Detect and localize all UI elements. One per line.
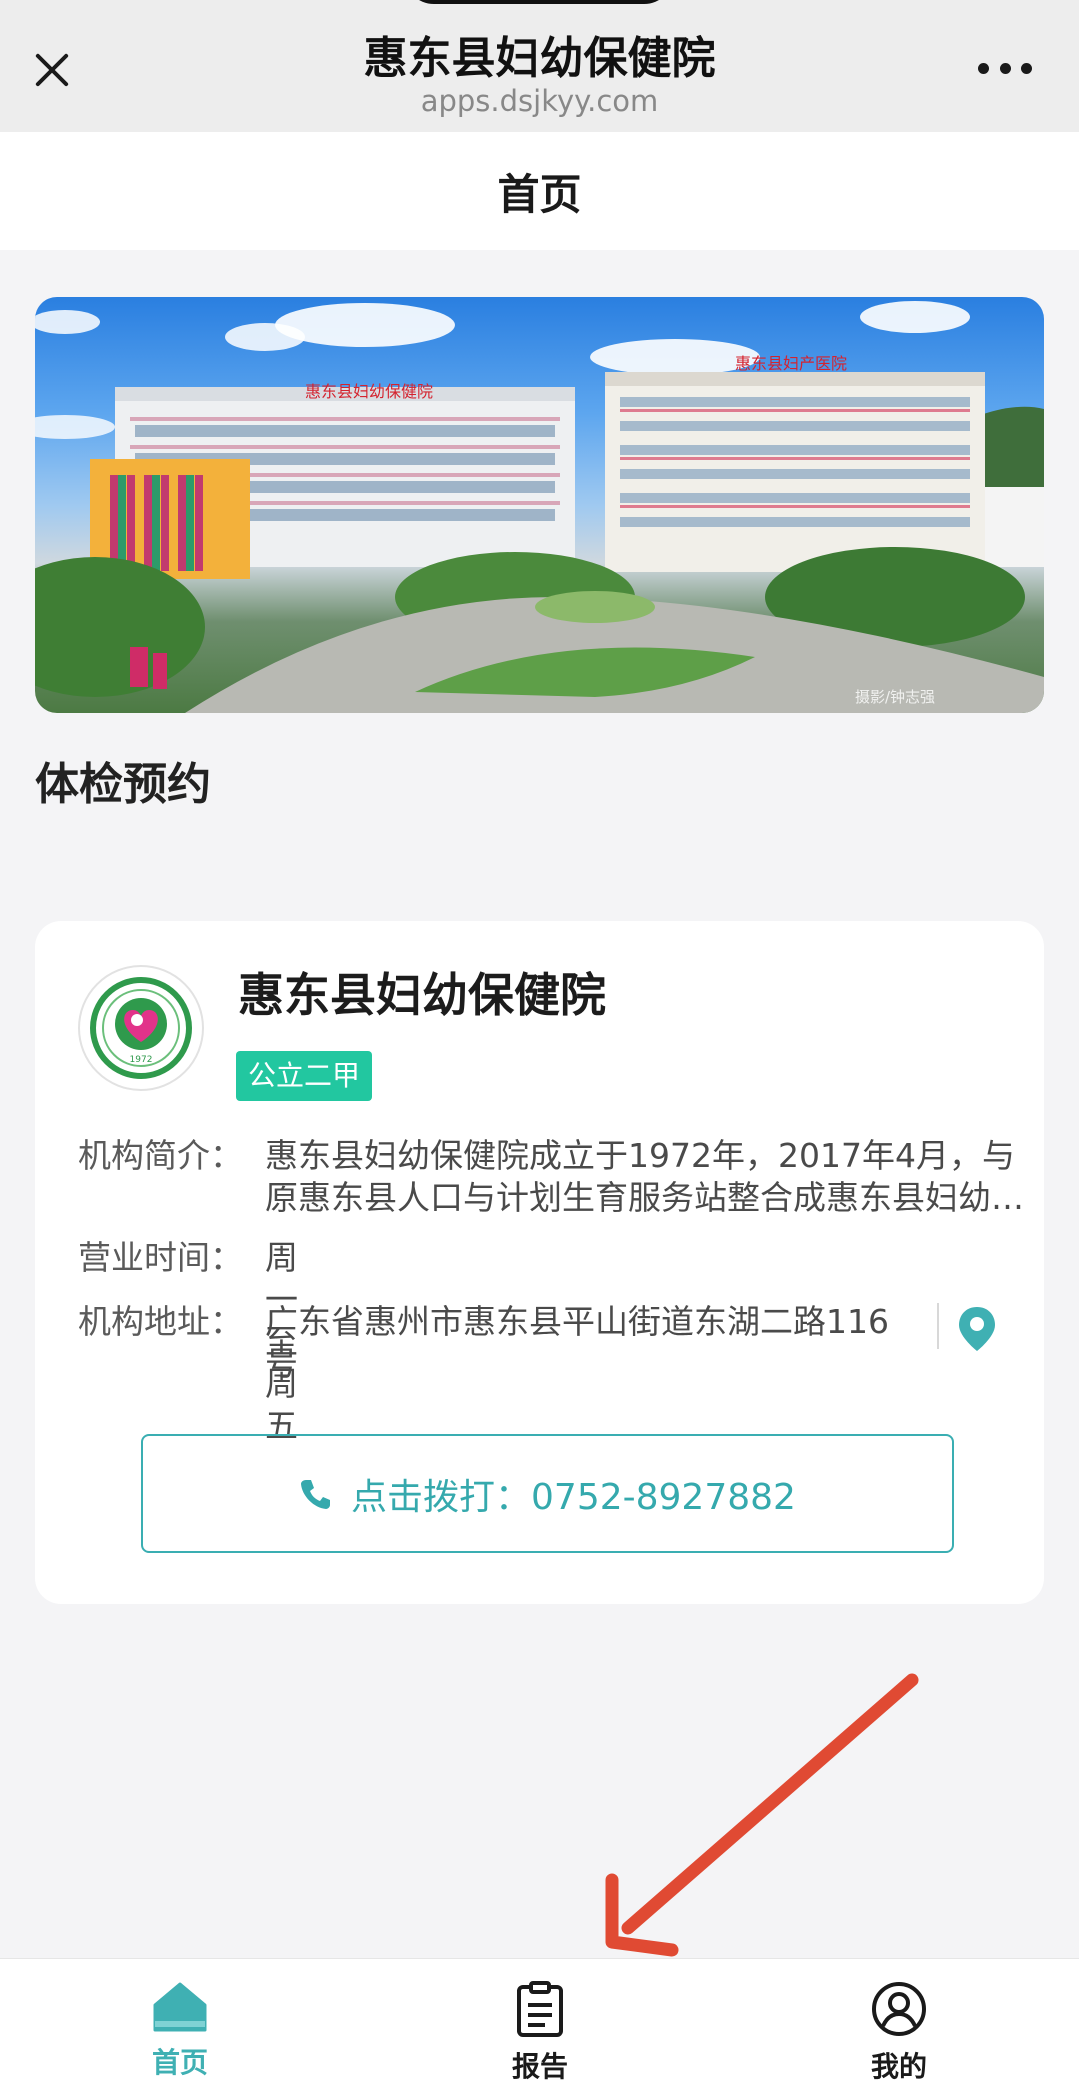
window-title: 惠东县妇幼保健院: [363, 33, 716, 84]
tab-report-label: 报告: [511, 2050, 568, 2083]
tab-home-label: 首页: [151, 2046, 208, 2079]
hospital-banner-image[interactable]: 惠东县妇幼保健院 惠东县妇产医院 摄影/钟志强: [35, 297, 1044, 713]
more-options-icon[interactable]: [978, 60, 1032, 76]
page-url: apps.dsjkyy.com: [420, 84, 659, 118]
profile-icon: [872, 1982, 926, 2036]
hospital-logo: 1972: [78, 965, 204, 1091]
bottom-tab-bar: 首页 报告 我的: [0, 1958, 1079, 2091]
address-value: 广东省惠州市惠东县平山街道东湖二路116号: [265, 1302, 889, 1383]
device-notch: [404, 0, 674, 4]
building-sign-right: 惠东县妇产医院: [735, 354, 847, 373]
intro-value: 惠东县妇幼保健院成立于1972年，2017年4月，与原惠东县人口与计划生育服务站…: [265, 1136, 1024, 1217]
hospital-name: 惠东县妇幼保健院: [238, 968, 606, 1022]
tab-profile-label: 我的: [870, 2050, 927, 2083]
photo-credit: 摄影/钟志强: [855, 688, 935, 706]
hospital-level-badge: 公立二甲: [236, 1051, 373, 1101]
home-icon: [153, 1982, 207, 2032]
tab-home[interactable]: 首页: [100, 1981, 260, 2091]
divider: [937, 1303, 939, 1349]
address-label: 机构地址：: [78, 1302, 243, 1341]
tab-profile[interactable]: 我的: [819, 1981, 979, 2091]
logo-year: 1972: [130, 1055, 153, 1065]
tab-report[interactable]: 报告: [460, 1981, 620, 2091]
report-icon: [517, 1981, 563, 2037]
location-pin-icon[interactable]: [957, 1305, 997, 1353]
section-title: 体检预约: [35, 759, 211, 810]
page-title: 首页: [0, 132, 1079, 250]
call-button-label: 点击拨打：0752-8927882: [351, 1476, 796, 1518]
hours-label: 营业时间：: [78, 1238, 243, 1277]
hospital-card[interactable]: 1972 惠东县妇幼保健院 公立二甲 机构简介： 惠东县妇幼保健院成立于1972…: [35, 921, 1044, 1604]
call-phone-button[interactable]: 点击拨打：0752-8927882: [141, 1434, 954, 1553]
intro-label: 机构简介：: [78, 1136, 243, 1175]
app-top-bar: 惠东县妇幼保健院 apps.dsjkyy.com: [0, 0, 1079, 132]
phone-icon: [301, 1479, 331, 1509]
building-sign-left: 惠东县妇幼保健院: [305, 382, 433, 401]
